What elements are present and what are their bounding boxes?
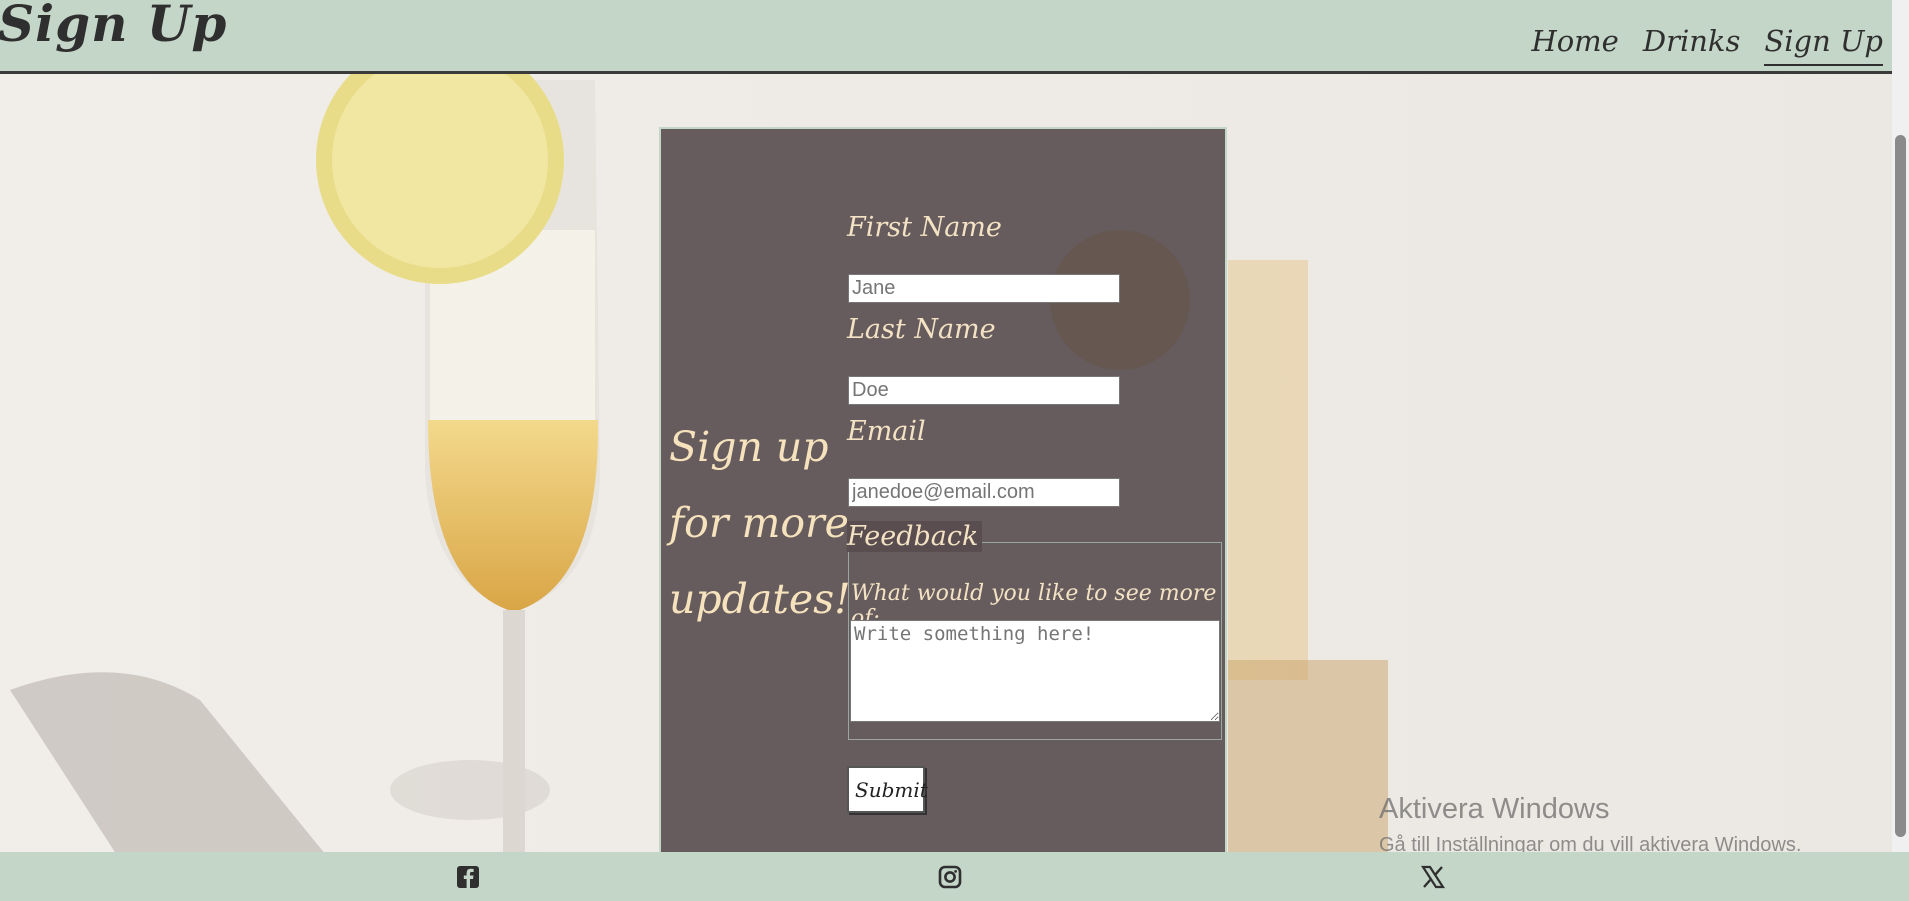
email-label: Email xyxy=(847,416,926,447)
page-scrollbar[interactable] xyxy=(1892,0,1909,852)
facebook-icon[interactable] xyxy=(455,864,481,890)
feedback-fieldset: Feedback What would you like to see more… xyxy=(847,521,1222,740)
site-title: Sign Up xyxy=(0,0,228,53)
scrollbar-thumb[interactable] xyxy=(1895,135,1906,837)
nav-drinks-link[interactable]: Drinks xyxy=(1643,24,1741,66)
submit-button[interactable]: Submit xyxy=(847,766,928,813)
first-name-label: First Name xyxy=(847,212,1002,243)
feedback-textarea[interactable] xyxy=(850,620,1220,722)
last-name-input[interactable] xyxy=(848,376,1120,405)
nav-home-link[interactable]: Home xyxy=(1531,24,1618,66)
instagram-icon[interactable] xyxy=(937,864,963,890)
signup-panel: Sign up for more updates! First Name Las… xyxy=(659,127,1227,867)
nav-signup-link[interactable]: Sign Up xyxy=(1764,24,1883,66)
site-footer xyxy=(0,852,1909,901)
main-nav: Home Drinks Sign Up xyxy=(1531,24,1883,66)
email-input[interactable] xyxy=(848,478,1120,507)
feedback-legend: Feedback xyxy=(847,521,983,552)
x-twitter-icon[interactable] xyxy=(1420,864,1446,890)
windows-watermark-title: Aktivera Windows xyxy=(1379,793,1610,825)
site-header: Sign Up Home Drinks Sign Up xyxy=(0,0,1909,74)
last-name-label: Last Name xyxy=(847,314,996,345)
first-name-input[interactable] xyxy=(848,274,1120,303)
signup-heading: Sign up for more updates! xyxy=(669,423,851,623)
